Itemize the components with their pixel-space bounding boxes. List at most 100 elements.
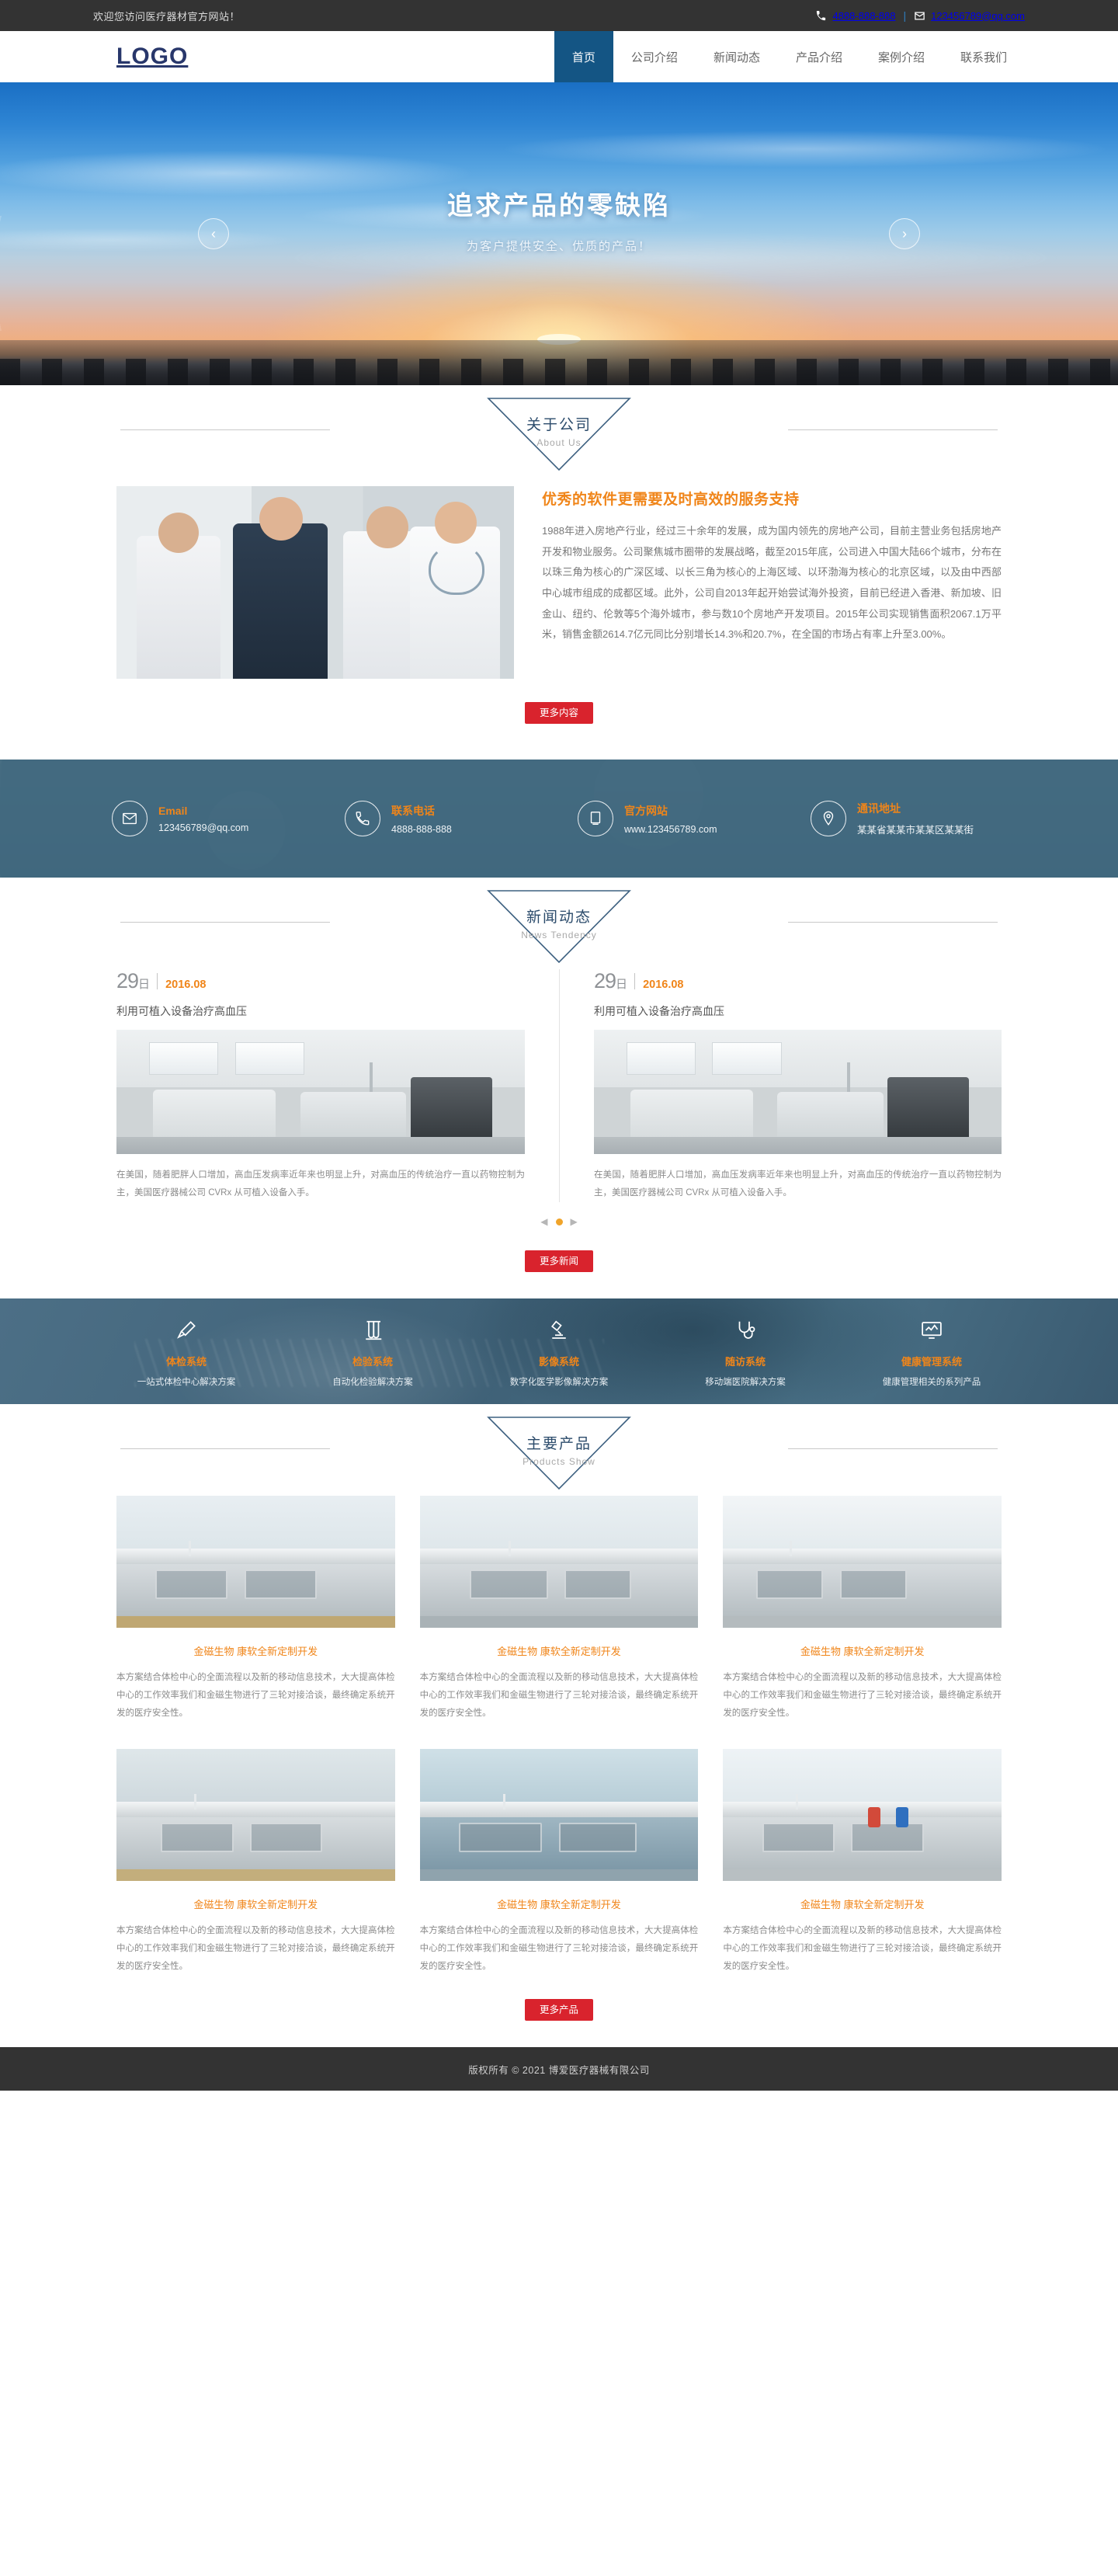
product-card[interactable]: 金磁生物 康软全新定制开发 本方案结合体检中心的全面流程以及新的移动信息技术，大… xyxy=(723,1749,1002,1976)
product-card[interactable]: 金磁生物 康软全新定制开发 本方案结合体检中心的全面流程以及新的移动信息技术，大… xyxy=(419,1496,699,1723)
about-more-button[interactable]: 更多内容 xyxy=(525,702,593,724)
heading-rule-right xyxy=(788,429,998,430)
news-date: 29日 2016.08 xyxy=(594,969,1002,993)
nav-item-contact[interactable]: 联系我们 xyxy=(943,31,1025,82)
product-title: 金磁生物 康软全新定制开发 xyxy=(193,1646,318,1657)
news-heading-cn: 新闻动态 xyxy=(526,909,592,926)
about-section-heading: 关于公司 About Us xyxy=(93,385,1025,472)
contact-email-label: Email xyxy=(158,804,188,817)
system-item-checkup[interactable]: 体检系统 一站式体检中心解决方案 xyxy=(93,1315,280,1388)
systems-banner: 体检系统 一站式体检中心解决方案 检验系统 自动化检验解决方案 影像系统 数字化… xyxy=(0,1298,1118,1404)
envelope-icon xyxy=(914,10,925,22)
topbar-separator: | xyxy=(903,9,907,22)
hero-title: 追求产品的零缺陷 xyxy=(447,191,671,220)
hero-next-arrow[interactable]: › xyxy=(889,218,920,249)
system-name: 体检系统 xyxy=(165,1356,207,1368)
news-card[interactable]: 29日 2016.08 利用可植入设备治疗高血压 在美国，随着肥胖人口增加，高血… xyxy=(116,969,559,1202)
news-description: 在美国，随着肥胖人口增加，高血压发病率近年来也明显上升，对高血压的传统治疗一直以… xyxy=(116,1170,525,1198)
nav-item-cases[interactable]: 案例介绍 xyxy=(860,31,943,82)
hero-prev-arrow[interactable]: ‹ xyxy=(198,218,229,249)
nav-item-home[interactable]: 首页 xyxy=(554,31,613,82)
contact-address-label: 通讯地址 xyxy=(857,802,901,815)
hero-banner: 追求产品的零缺陷 为客户提供安全、优质的产品！ ‹ › xyxy=(0,82,1118,385)
products-more-button[interactable]: 更多产品 xyxy=(525,1999,593,2021)
news-prev-arrow[interactable]: ◀ xyxy=(540,1216,547,1227)
news-title: 利用可植入设备治疗高血压 xyxy=(116,1005,247,1017)
about-section: 关于公司 About Us 优秀的软件更需要及时高效的服务支持 1988年进入房… xyxy=(0,385,1118,760)
system-item-health-management[interactable]: 健康管理系统 健康管理相关的系列产品 xyxy=(838,1315,1025,1388)
topbar-email[interactable]: 123456789@qq.com xyxy=(914,10,1025,22)
about-title: 优秀的软件更需要及时高效的服务支持 xyxy=(542,492,800,508)
product-description: 本方案结合体检中心的全面流程以及新的移动信息技术，大大提高体检中心的工作效率我们… xyxy=(116,1673,395,1718)
test-tube-icon xyxy=(280,1315,466,1346)
nav-item-news[interactable]: 新闻动态 xyxy=(696,31,778,82)
system-name: 随访系统 xyxy=(724,1356,766,1368)
product-image xyxy=(116,1749,395,1881)
about-body-text: 1988年进入房地产行业，经过三十余年的发展，成为国内领先的房地产公司，目前主营… xyxy=(542,525,1002,641)
product-card[interactable]: 金磁生物 康软全新定制开发 本方案结合体检中心的全面流程以及新的移动信息技术，大… xyxy=(723,1496,1002,1723)
contact-phone-value: 4888-888-888 xyxy=(391,823,452,835)
product-title: 金磁生物 康软全新定制开发 xyxy=(497,1646,621,1657)
news-date: 29日 2016.08 xyxy=(116,969,525,993)
news-description: 在美国，随着肥胖人口增加，高血压发病率近年来也明显上升，对高血压的传统治疗一直以… xyxy=(594,1170,1002,1198)
contact-item-email: Email 123456789@qq.com xyxy=(93,801,326,836)
product-card[interactable]: 金磁生物 康软全新定制开发 本方案结合体检中心的全面流程以及新的移动信息技术，大… xyxy=(116,1496,395,1723)
product-image xyxy=(116,1496,395,1628)
product-title: 金磁生物 康软全新定制开发 xyxy=(800,1646,925,1657)
product-image xyxy=(723,1749,1002,1881)
system-name: 检验系统 xyxy=(352,1356,393,1368)
contact-item-website: 官方网站 www.123456789.com xyxy=(559,801,792,836)
news-day: 29日 xyxy=(116,969,150,993)
contact-strip: Email 123456789@qq.com 联系电话 4888-888-888… xyxy=(0,760,1118,878)
news-thumbnail xyxy=(116,1030,525,1154)
system-desc: 健康管理相关的系列产品 xyxy=(882,1378,981,1387)
contact-address-value: 某某省某某市某某区某某街 xyxy=(857,825,974,836)
news-section-heading: 新闻动态 News Tendency xyxy=(93,878,1025,965)
news-year-month: 2016.08 xyxy=(165,979,207,991)
news-card[interactable]: 29日 2016.08 利用可植入设备治疗高血压 在美国，随着肥胖人口增加，高血… xyxy=(559,969,1002,1202)
nav-item-products[interactable]: 产品介绍 xyxy=(778,31,860,82)
news-date-divider xyxy=(634,973,636,989)
monitor-icon xyxy=(578,801,613,836)
product-description: 本方案结合体检中心的全面流程以及新的移动信息技术，大大提高体检中心的工作效率我们… xyxy=(723,1673,1002,1718)
system-item-imaging[interactable]: 影像系统 数字化医学影像解决方案 xyxy=(466,1315,652,1388)
site-footer: 版权所有 © 2021 博爱医疗器械有限公司 xyxy=(0,2047,1118,2091)
site-logo[interactable]: LOGO xyxy=(93,31,188,82)
hero-subtitle: 为客户提供安全、优质的产品！ xyxy=(466,240,651,253)
contact-item-address: 通讯地址 某某省某某市某某区某某街 xyxy=(792,801,1025,836)
copyright-text: 版权所有 © 2021 博爱医疗器械有限公司 xyxy=(468,2064,650,2076)
about-heading-en: About Us xyxy=(536,437,582,448)
about-heading-cn: 关于公司 xyxy=(526,417,592,433)
system-item-lab[interactable]: 检验系统 自动化检验解决方案 xyxy=(280,1315,466,1388)
news-carousel-dot-active[interactable] xyxy=(555,1218,563,1225)
phone-icon xyxy=(815,10,827,22)
contact-item-phone: 联系电话 4888-888-888 xyxy=(326,801,559,836)
product-card[interactable]: 金磁生物 康软全新定制开发 本方案结合体检中心的全面流程以及新的移动信息技术，大… xyxy=(116,1749,395,1976)
products-section-heading: 主要产品 Products Show xyxy=(93,1404,1025,1491)
stethoscope-icon xyxy=(652,1315,838,1346)
news-more-button[interactable]: 更多新闻 xyxy=(525,1250,593,1272)
heading-rule-left xyxy=(120,922,330,923)
news-next-arrow[interactable]: ▶ xyxy=(571,1216,578,1227)
product-card[interactable]: 金磁生物 康软全新定制开发 本方案结合体检中心的全面流程以及新的移动信息技术，大… xyxy=(419,1749,699,1976)
topbar-email-value: 123456789@qq.com xyxy=(931,9,1025,22)
hero-skyline-decoration xyxy=(0,340,1118,385)
system-item-followup[interactable]: 随访系统 移动端医院解决方案 xyxy=(652,1315,838,1388)
envelope-icon xyxy=(112,801,148,836)
product-title: 金磁生物 康软全新定制开发 xyxy=(800,1899,925,1910)
heading-rule-right xyxy=(788,1448,998,1449)
monitor-chart-icon xyxy=(838,1315,1025,1346)
system-name: 健康管理系统 xyxy=(901,1356,962,1368)
product-description: 本方案结合体检中心的全面流程以及新的移动信息技术，大大提高体检中心的工作效率我们… xyxy=(419,1926,699,1971)
heading-rule-right xyxy=(788,922,998,923)
phone-icon xyxy=(345,801,380,836)
system-desc: 自动化检验解决方案 xyxy=(332,1378,413,1387)
product-description: 本方案结合体检中心的全面流程以及新的移动信息技术，大大提高体检中心的工作效率我们… xyxy=(723,1926,1002,1971)
system-name: 影像系统 xyxy=(538,1356,579,1368)
product-image xyxy=(419,1496,699,1628)
topbar-phone[interactable]: 4888-888-888 xyxy=(815,10,895,22)
system-desc: 移动端医院解决方案 xyxy=(705,1378,786,1387)
product-description: 本方案结合体检中心的全面流程以及新的移动信息技术，大大提高体检中心的工作效率我们… xyxy=(116,1926,395,1971)
nav-item-company[interactable]: 公司介绍 xyxy=(613,31,696,82)
top-bar: 欢迎您访问医疗器材官方网站！ 4888-888-888 | 123456789@… xyxy=(0,0,1118,31)
